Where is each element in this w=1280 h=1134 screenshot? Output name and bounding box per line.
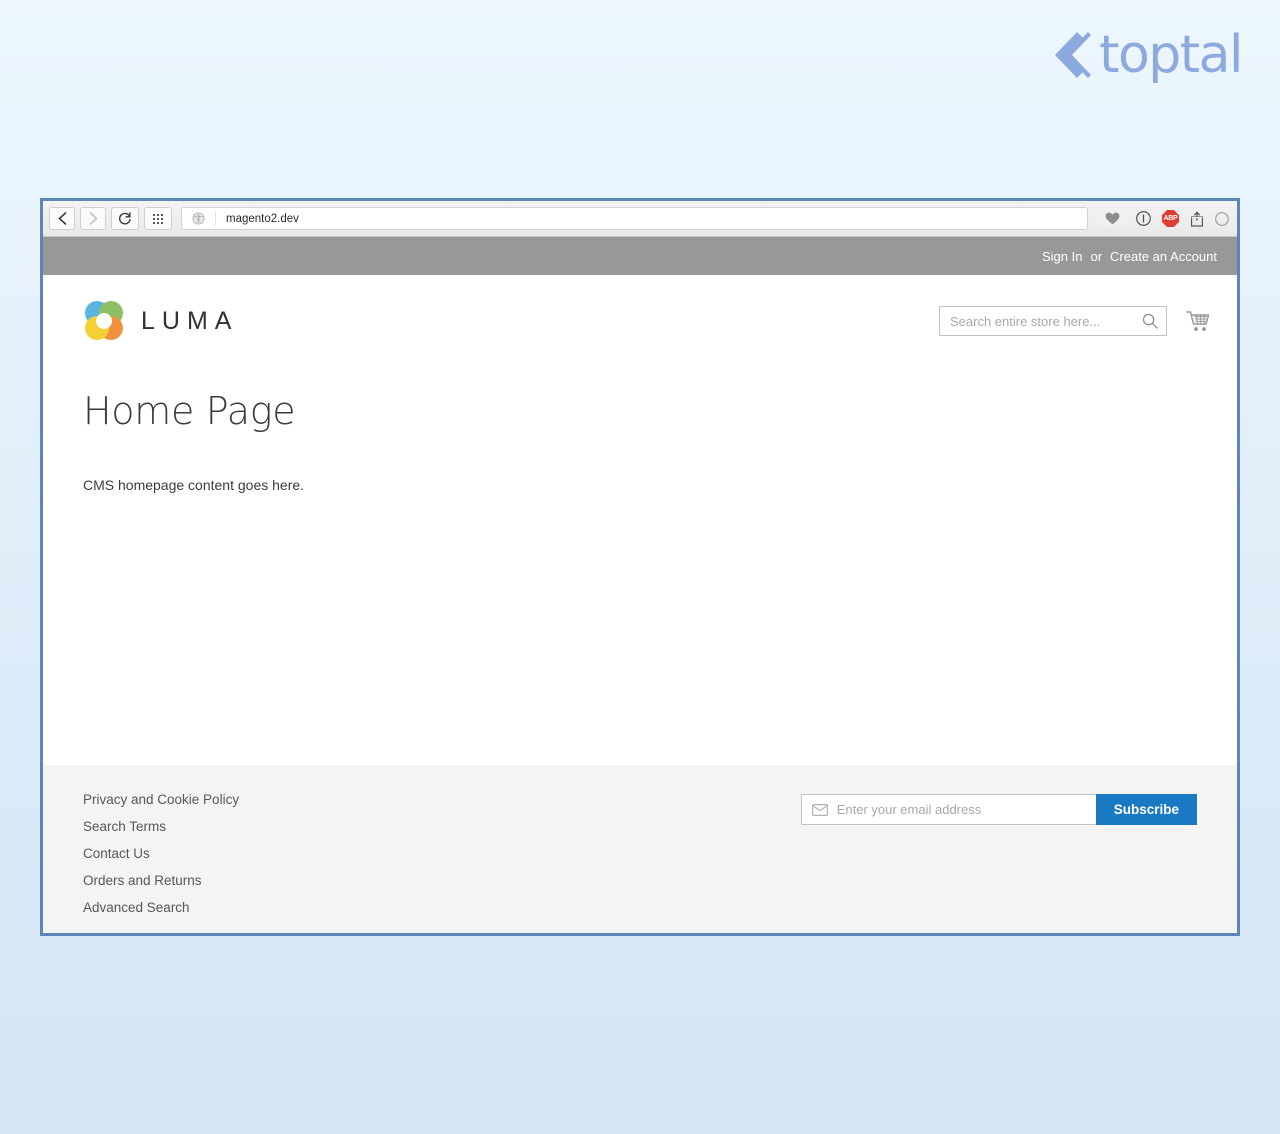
search-box[interactable] bbox=[939, 306, 1167, 336]
subscribe-button[interactable]: Subscribe bbox=[1096, 794, 1197, 825]
partial-circle-icon bbox=[1215, 212, 1229, 226]
chevron-left-icon bbox=[58, 212, 67, 225]
adblock-plus-icon[interactable]: ABP bbox=[1162, 210, 1179, 227]
create-account-link[interactable]: Create an Account bbox=[1110, 249, 1217, 264]
search-input[interactable] bbox=[950, 314, 1142, 329]
magento-account-bar: Sign In or Create an Account bbox=[43, 237, 1237, 275]
globe-icon bbox=[182, 212, 216, 225]
page-footer: Privacy and Cookie Policy Search Terms C… bbox=[43, 765, 1237, 936]
grid-icon bbox=[153, 214, 163, 224]
share-button[interactable] bbox=[1190, 211, 1204, 227]
luma-wordmark: LUMA bbox=[141, 307, 238, 336]
toptal-wordmark: toptal bbox=[1099, 29, 1242, 81]
address-bar[interactable]: magento2.dev bbox=[181, 207, 1088, 230]
footer-link-advanced-search[interactable]: Advanced Search bbox=[83, 900, 239, 915]
luma-logo-icon bbox=[83, 300, 125, 342]
toptal-logo: toptal bbox=[1047, 28, 1242, 82]
account-bar-separator: or bbox=[1090, 249, 1102, 264]
overflow-button[interactable] bbox=[1215, 212, 1229, 226]
sign-in-link[interactable]: Sign In bbox=[1042, 249, 1082, 264]
cart-button[interactable] bbox=[1185, 308, 1211, 334]
chevron-right-icon bbox=[89, 212, 98, 225]
back-button[interactable] bbox=[49, 207, 75, 230]
forward-button[interactable] bbox=[80, 207, 106, 230]
favorites-button[interactable] bbox=[1097, 210, 1128, 227]
newsletter-signup: Subscribe bbox=[801, 794, 1197, 825]
reader-info-button[interactable] bbox=[1136, 211, 1151, 226]
footer-link-search-terms[interactable]: Search Terms bbox=[83, 819, 239, 834]
footer-link-orders-returns[interactable]: Orders and Returns bbox=[83, 873, 239, 888]
browser-window: magento2.dev ABP bbox=[40, 198, 1240, 936]
reload-button[interactable] bbox=[111, 207, 139, 230]
page-main: Home Page CMS homepage content goes here… bbox=[43, 367, 1237, 765]
share-icon bbox=[1190, 211, 1204, 227]
shopping-cart-icon bbox=[1185, 308, 1211, 334]
footer-link-contact-us[interactable]: Contact Us bbox=[83, 846, 239, 861]
footer-link-privacy[interactable]: Privacy and Cookie Policy bbox=[83, 792, 239, 807]
apps-grid-button[interactable] bbox=[144, 207, 172, 230]
footer-link-list: Privacy and Cookie Policy Search Terms C… bbox=[83, 792, 239, 936]
page-title: Home Page bbox=[83, 389, 1197, 435]
reload-icon bbox=[118, 212, 132, 226]
info-circle-icon bbox=[1136, 211, 1151, 226]
heart-icon bbox=[1105, 212, 1120, 225]
newsletter-field[interactable] bbox=[801, 794, 1096, 825]
header-right-group bbox=[939, 306, 1211, 336]
toolbar-icon-group: ABP bbox=[1097, 210, 1231, 227]
luma-logo[interactable]: LUMA bbox=[83, 300, 238, 342]
newsletter-email-input[interactable] bbox=[837, 802, 1096, 817]
address-bar-text: magento2.dev bbox=[216, 213, 299, 225]
page-body-text: CMS homepage content goes here. bbox=[83, 477, 1197, 493]
envelope-icon bbox=[812, 804, 828, 816]
store-header: LUMA bbox=[43, 275, 1237, 367]
search-icon[interactable] bbox=[1142, 313, 1158, 329]
browser-toolbar: magento2.dev ABP bbox=[43, 201, 1237, 237]
toptal-mark-icon bbox=[1047, 28, 1093, 82]
